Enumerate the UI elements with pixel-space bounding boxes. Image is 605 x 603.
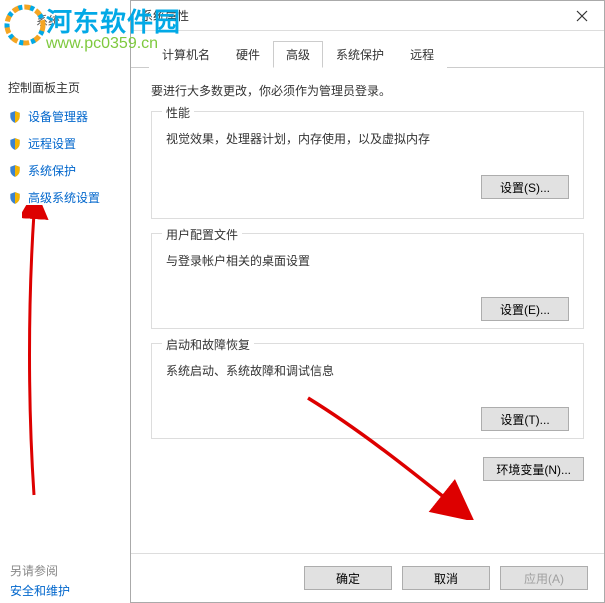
tab-hardware[interactable]: 硬件 [223,41,273,68]
sidebar-item-device-manager[interactable]: 设备管理器 [8,108,124,125]
tab-protection[interactable]: 系统保护 [323,41,397,68]
admin-note: 要进行大多数更改，你必须作为管理员登录。 [151,82,584,99]
cp-home-link[interactable]: 控制面板主页 [8,79,124,96]
group-desc: 与登录帐户相关的桌面设置 [166,252,569,269]
dialog-title: 系统属性 [141,7,560,24]
profile-settings-button[interactable]: 设置(E)... [481,297,569,321]
group-user-profile: 用户配置文件 与登录帐户相关的桌面设置 设置(E)... [151,233,584,329]
close-icon [576,10,588,22]
shield-icon [8,164,22,178]
tab-advanced[interactable]: 高级 [273,41,323,68]
tab-remote[interactable]: 远程 [397,41,447,68]
sidebar-link-label[interactable]: 高级系统设置 [28,189,100,206]
tab-content-advanced: 要进行大多数更改，你必须作为管理员登录。 性能 视觉效果，处理器计划，内存使用，… [131,68,604,553]
sidebar-link-label[interactable]: 远程设置 [28,135,76,152]
shield-icon [8,110,22,124]
sidebar-link-label[interactable]: 设备管理器 [28,108,88,125]
env-variables-button[interactable]: 环境变量(N)... [483,457,584,481]
apply-button[interactable]: 应用(A) [500,566,588,590]
group-title: 用户配置文件 [162,226,242,243]
group-desc: 视觉效果，处理器计划，内存使用，以及虚拟内存 [166,130,569,147]
cancel-button[interactable]: 取消 [402,566,490,590]
startup-settings-button[interactable]: 设置(T)... [481,407,569,431]
ok-button[interactable]: 确定 [304,566,392,590]
group-performance: 性能 视觉效果，处理器计划，内存使用，以及虚拟内存 设置(S)... [151,111,584,219]
control-panel-sidebar: 系统 控制面板主页 设备管理器 远程设置 系统保护 高级系统设置 另请参阅 安全… [0,0,130,603]
tab-row: 计算机名 硬件 高级 系统保护 远程 [131,31,604,68]
close-button[interactable] [560,1,604,31]
group-title: 性能 [162,104,194,121]
dialog-footer: 确定 取消 应用(A) [131,553,604,602]
perf-settings-button[interactable]: 设置(S)... [481,175,569,199]
sidebar-item-remote[interactable]: 远程设置 [8,135,124,152]
tab-computer-name[interactable]: 计算机名 [149,41,223,68]
system-properties-dialog: 系统属性 计算机名 硬件 高级 系统保护 远程 要进行大多数更改，你必须作为管理… [130,0,605,603]
sidebar-link-label[interactable]: 系统保护 [28,162,76,179]
system-label: 系统 [36,12,124,29]
security-link[interactable]: 安全和维护 [10,582,70,599]
titlebar: 系统属性 [131,1,604,31]
sidebar-item-advanced[interactable]: 高级系统设置 [8,189,124,206]
shield-icon [8,191,22,205]
group-desc: 系统启动、系统故障和调试信息 [166,362,569,379]
see-also-label: 另请参阅 [10,562,58,579]
group-startup: 启动和故障恢复 系统启动、系统故障和调试信息 设置(T)... [151,343,584,439]
sidebar-item-protection[interactable]: 系统保护 [8,162,124,179]
group-title: 启动和故障恢复 [162,336,254,353]
shield-icon [8,137,22,151]
